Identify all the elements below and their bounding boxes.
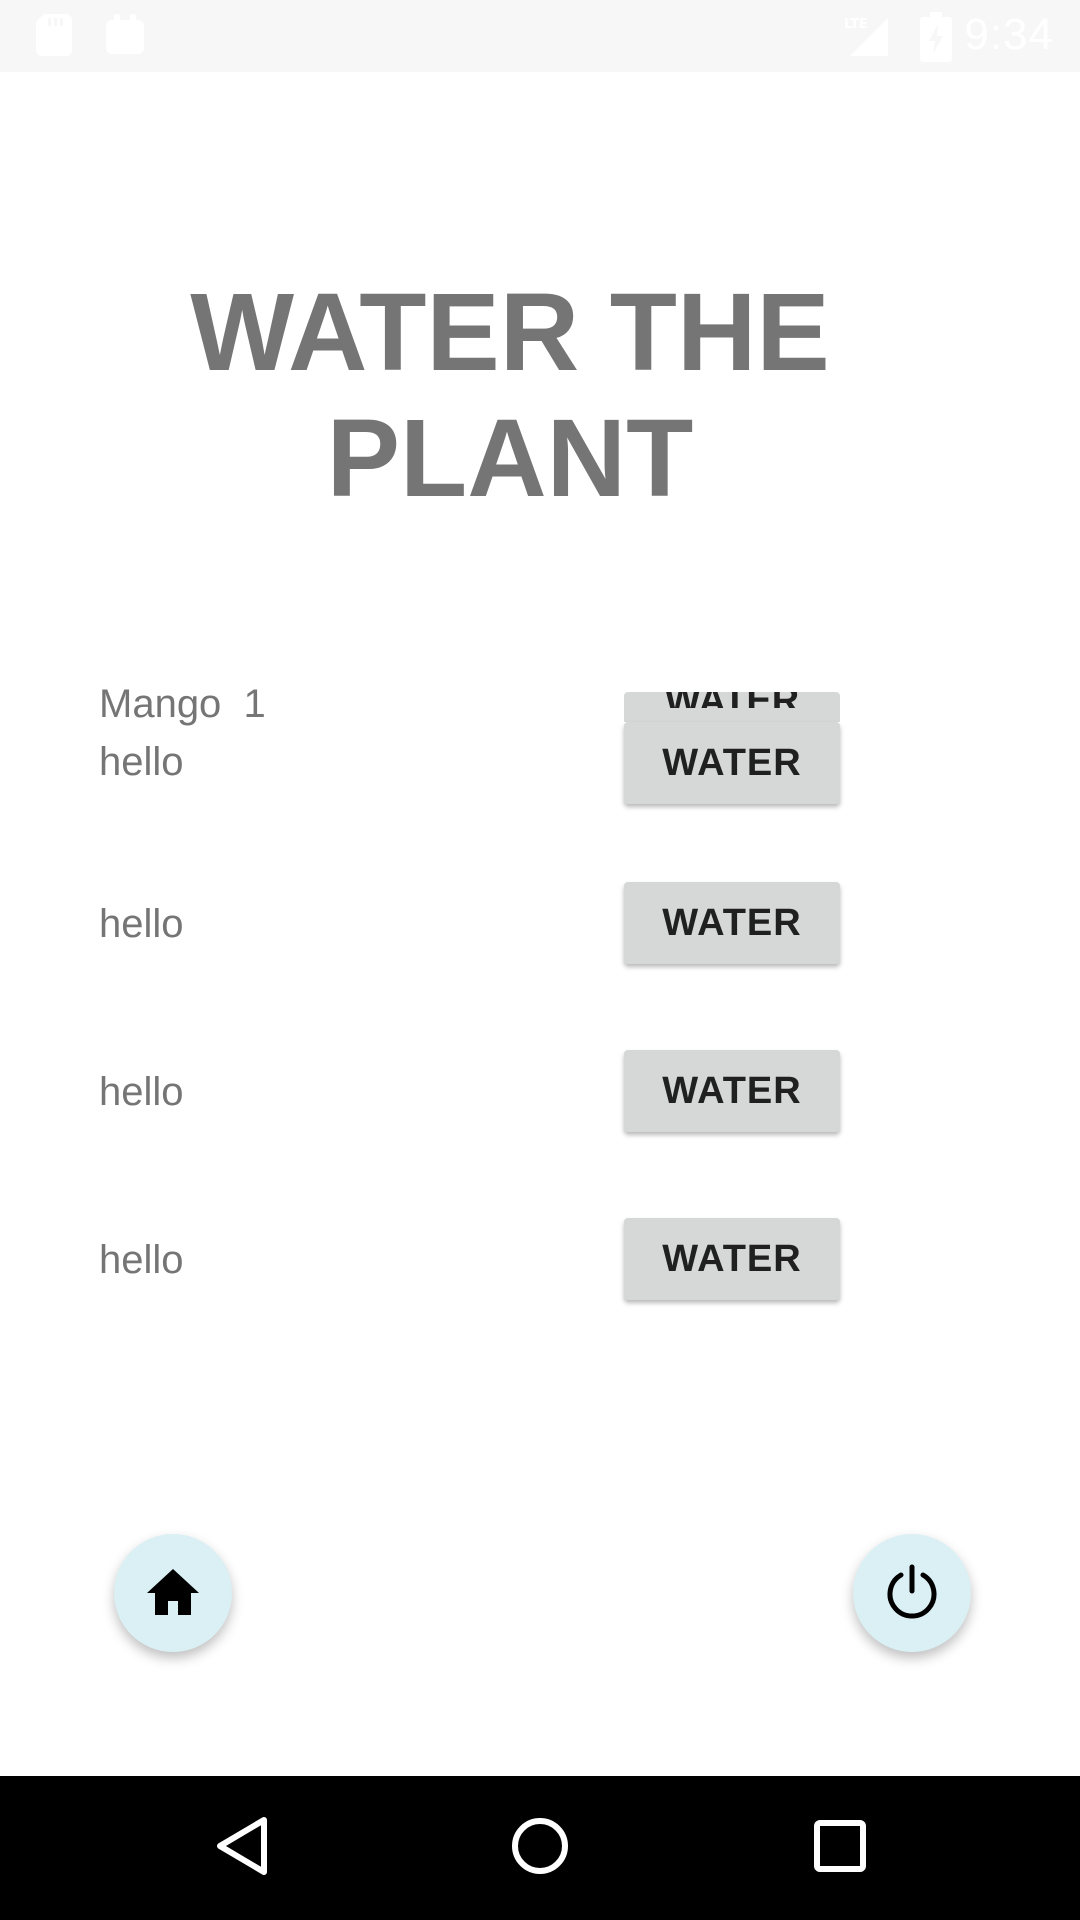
sd-card-icon — [36, 14, 74, 61]
status-bar: LTE 9:34 — [0, 0, 1080, 72]
svg-text:LTE: LTE — [844, 17, 868, 32]
water-button-ghost-label: WATER — [624, 692, 840, 708]
power-fab-button[interactable] — [853, 1534, 971, 1652]
plant-name: Mango 1 — [99, 682, 266, 726]
plant-row-2-label: hello — [99, 895, 184, 953]
water-button-1[interactable]: WATER — [624, 722, 840, 804]
notification-icon — [106, 14, 144, 61]
recents-icon — [813, 1819, 867, 1878]
water-button-3[interactable]: WATER — [624, 1050, 840, 1132]
plant-text: hello — [99, 740, 184, 784]
home-icon — [145, 1567, 201, 1620]
plant-row-4-label: hello — [99, 1231, 184, 1289]
water-button-2[interactable]: WATER — [624, 882, 840, 964]
home-nav-button[interactable] — [460, 1776, 620, 1920]
back-button[interactable] — [162, 1776, 322, 1920]
status-time: 9:34 — [964, 10, 1054, 59]
water-button-4[interactable]: WATER — [624, 1218, 840, 1300]
plant-text: hello — [99, 902, 184, 946]
battery-charging-icon — [920, 12, 952, 67]
home-circle-icon — [510, 1816, 570, 1881]
back-icon — [214, 1816, 270, 1881]
screen: LTE 9:34 WATER THE PLANT Mango 1 hello W… — [0, 0, 1080, 1920]
plant-text: hello — [99, 1070, 184, 1114]
page-title: WATER THE PLANT — [190, 271, 830, 520]
water-button-ghost: WATER — [624, 692, 840, 722]
plant-row-1-label: Mango 1 hello — [99, 675, 266, 791]
power-icon — [883, 1563, 941, 1624]
home-fab-button[interactable] — [114, 1534, 232, 1652]
lte-signal-icon: LTE — [842, 14, 890, 63]
plant-text: hello — [99, 1238, 184, 1282]
recents-button[interactable] — [760, 1776, 920, 1920]
navigation-bar — [0, 1776, 1080, 1920]
plant-row-3-label: hello — [99, 1063, 184, 1121]
